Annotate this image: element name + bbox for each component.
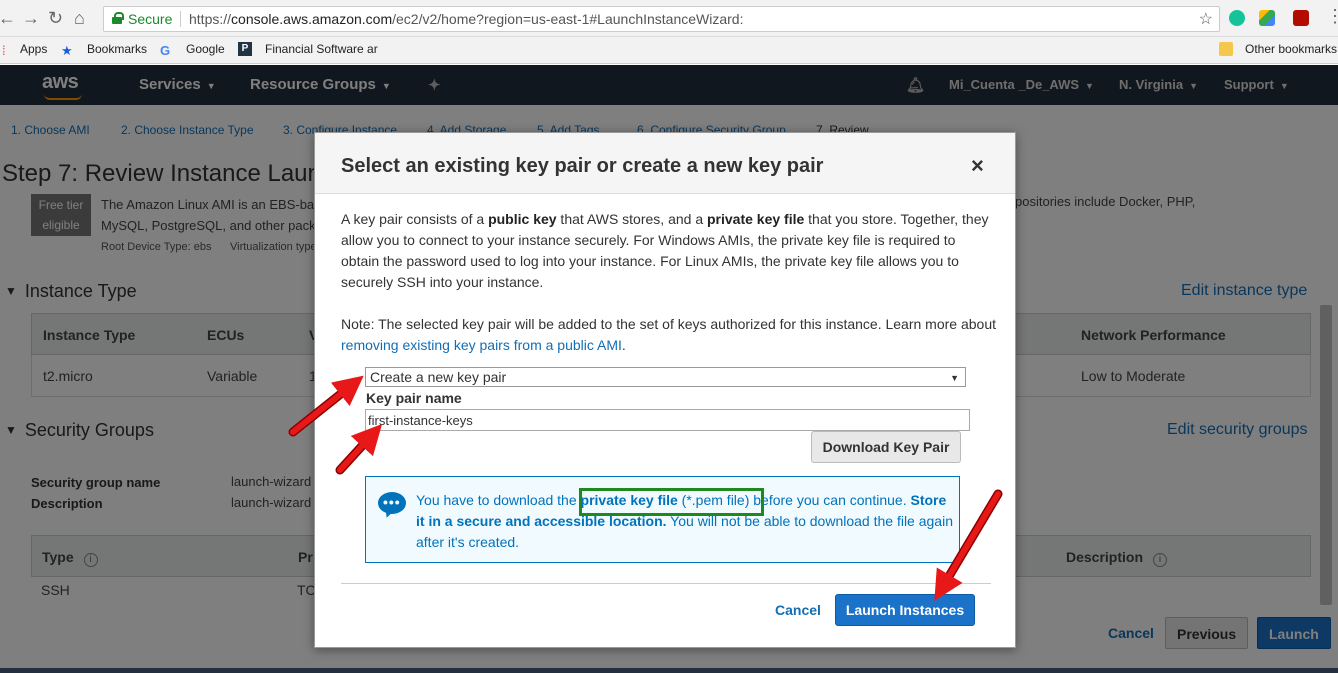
chevron-down-icon: ▼ — [950, 373, 959, 383]
remove-key-pairs-link[interactable]: removing existing key pairs from a publi… — [341, 337, 622, 353]
reload-icon[interactable]: ↻ — [48, 8, 63, 29]
home-icon[interactable]: ⌂ — [74, 8, 85, 29]
modal-title: Select an existing key pair or create a … — [341, 155, 824, 177]
modal-header: Select an existing key pair or create a … — [315, 133, 1015, 194]
pdf-icon[interactable] — [1293, 10, 1309, 26]
bookmark-financial[interactable]: Financial Software ar — [265, 42, 378, 56]
key-pair-name-label: Key pair name — [366, 390, 462, 406]
grammarly-icon[interactable] — [1229, 10, 1245, 26]
launch-instances-button[interactable]: Launch Instances — [835, 594, 975, 626]
address-bar[interactable]: Secure https://console.aws.amazon.com/ec… — [103, 6, 1220, 32]
lock-icon — [112, 12, 124, 24]
financial-icon: P — [238, 42, 252, 56]
apps-icon: ⁞ — [2, 43, 6, 58]
bookmark-bookmarks[interactable]: Bookmarks — [87, 42, 147, 56]
chat-bubble-icon: ••• — [378, 492, 406, 514]
menu-icon[interactable]: ⋮ — [1326, 6, 1338, 27]
google-icon: G — [160, 43, 171, 58]
download-key-pair-button[interactable]: Download Key Pair — [811, 431, 961, 463]
secure-label: Secure — [128, 11, 173, 27]
back-icon[interactable]: ← — [0, 8, 16, 29]
browser-toolbar: ← → ↻ ⌂ Secure https://console.aws.amazo… — [0, 0, 1338, 37]
key-pair-note: Note: The selected key pair will be adde… — [341, 316, 997, 353]
modal-cancel-button[interactable]: Cancel — [775, 602, 821, 618]
star-icon: ★ — [61, 43, 73, 58]
bookmark-apps[interactable]: Apps — [20, 42, 47, 56]
key-pair-modal: Select an existing key pair or create a … — [314, 132, 1016, 648]
folder-icon — [1219, 42, 1233, 56]
key-pair-explanation: A key pair consists of a public key that… — [341, 211, 989, 290]
forward-icon[interactable]: → — [22, 8, 40, 29]
key-pair-name-input[interactable] — [365, 409, 970, 431]
bookmark-star-icon[interactable]: ☆ — [1199, 9, 1213, 29]
key-pair-option-select[interactable]: Create a new key pair ▼ — [365, 367, 966, 387]
other-bookmarks[interactable]: Other bookmarks — [1245, 42, 1337, 56]
url-text: https://console.aws.amazon.com/ec2/v2/ho… — [189, 11, 744, 27]
bookmarks-bar: ⁞ Apps ★ Bookmarks G Google P Financial … — [0, 37, 1338, 64]
close-icon[interactable]: × — [971, 153, 984, 179]
highlight-box — [579, 488, 764, 516]
drive-icon[interactable] — [1259, 10, 1275, 26]
bookmark-google[interactable]: Google — [186, 42, 225, 56]
